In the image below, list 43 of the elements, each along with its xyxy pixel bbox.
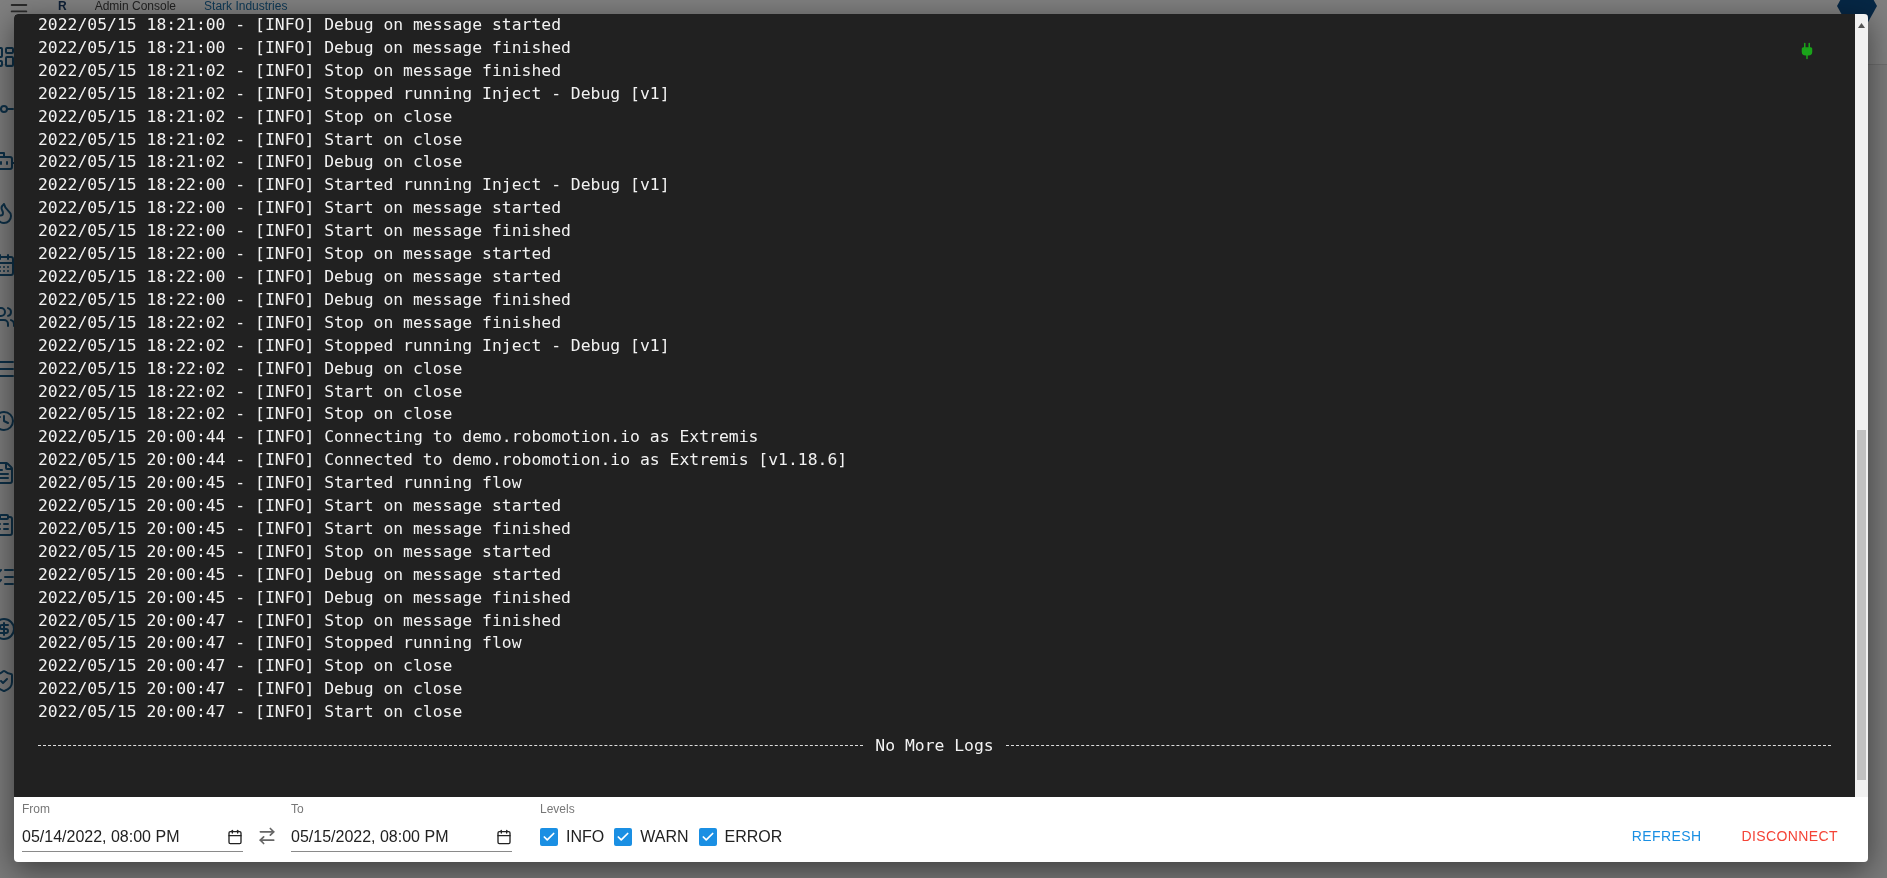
log-line: 2022/05/15 18:22:00 - [INFO] Started running Inject - Debug [v1]: [38, 174, 671, 197]
log-line: 2022/05/15 20:00:45 - [INFO] Start on message started: [38, 495, 562, 518]
log-line: 2022/05/15 18:21:02 - [INFO] Start on close: [38, 128, 464, 151]
levels-label: Levels: [540, 802, 576, 816]
level-label[interactable]: ERROR: [724, 828, 783, 846]
log-line: 2022/05/15 18:21:02 - [INFO] Debug on close: [38, 151, 464, 174]
log-line: 2022/05/15 20:00:47 - [INFO] Debug on close: [38, 678, 464, 701]
log-line: 2022/05/15 18:21:02 - [INFO] Stop on close: [38, 105, 454, 128]
log-line: 2022/05/15 18:22:00 - [INFO] Debug on message started: [38, 265, 562, 288]
log-line: 2022/05/15 20:00:45 - [INFO] Stop on message started: [38, 540, 553, 563]
log-line: 2022/05/15 18:21:00 - [INFO] Debug on message started: [38, 14, 562, 36]
log-line: 2022/05/15 18:22:02 - [INFO] Stopped running Inject - Debug [v1]: [38, 334, 671, 357]
log-line: 2022/05/15 20:00:47 - [INFO] Start on close: [38, 701, 464, 724]
to-date-field[interactable]: 05/15/2022, 08:00 PM: [291, 822, 512, 852]
to-label: To: [291, 802, 305, 816]
log-line: 2022/05/15 18:21:00 - [INFO] Debug on message finished: [38, 36, 572, 59]
log-line: 2022/05/15 20:00:44 - [INFO] Connecting to demo.robomotion.io as Extremis: [38, 426, 760, 449]
log-line: 2022/05/15 18:22:02 - [INFO] Stop on message finished: [38, 311, 562, 334]
log-line: 2022/05/15 18:22:02 - [INFO] Start on close: [38, 380, 464, 403]
from-date-field[interactable]: 05/14/2022, 08:00 PM: [22, 822, 243, 852]
end-of-logs-text: No More Logs: [875, 736, 994, 756]
log-line: 2022/05/15 18:22:00 - [INFO] Start on message started: [38, 197, 562, 220]
log-line: 2022/05/15 20:00:47 - [INFO] Stopped running flow: [38, 632, 523, 655]
log-line: 2022/05/15 20:00:45 - [INFO] Debug on message started: [38, 563, 562, 586]
level-label[interactable]: WARN: [640, 828, 689, 846]
log-line: 2022/05/15 18:22:00 - [INFO] Debug on message finished: [38, 288, 572, 311]
app-title: Admin Console: [94, 0, 177, 13]
log-line: 2022/05/15 20:00:47 - [INFO] Stop on close: [38, 655, 454, 678]
log-line: 2022/05/15 20:00:45 - [INFO] Started running flow: [38, 472, 523, 495]
level-label[interactable]: INFO: [566, 828, 605, 846]
log-line: 2022/05/15 20:00:44 - [INFO] Connected to demo.robomotion.io as Extremis [v1.18.6]: [38, 449, 849, 472]
log-line: 2022/05/15 18:22:02 - [INFO] Debug on close: [38, 357, 464, 380]
log-line: 2022/05/15 18:21:02 - [INFO] Stopped running Inject - Debug [v1]: [38, 82, 671, 105]
disconnect-button[interactable]: DISCONNECT: [1731, 820, 1848, 852]
log-line: 2022/05/15 18:22:00 - [INFO] Start on message finished: [38, 220, 572, 243]
log-line: 2022/05/15 20:00:45 - [INFO] Start on message finished: [38, 517, 572, 540]
log-line: 2022/05/15 20:00:47 - [INFO] Stop on message finished: [38, 609, 562, 632]
log-line: 2022/05/15 20:00:45 - [INFO] Debug on message finished: [38, 586, 572, 609]
app-logo: R: [58, 0, 67, 13]
from-label: From: [22, 802, 51, 816]
log-line: 2022/05/15 18:22:00 - [INFO] Stop on message started: [38, 243, 553, 266]
log-line: 2022/05/15 18:22:02 - [INFO] Stop on close: [38, 403, 454, 426]
log-line: 2022/05/15 18:21:02 - [INFO] Stop on message finished: [38, 59, 562, 82]
